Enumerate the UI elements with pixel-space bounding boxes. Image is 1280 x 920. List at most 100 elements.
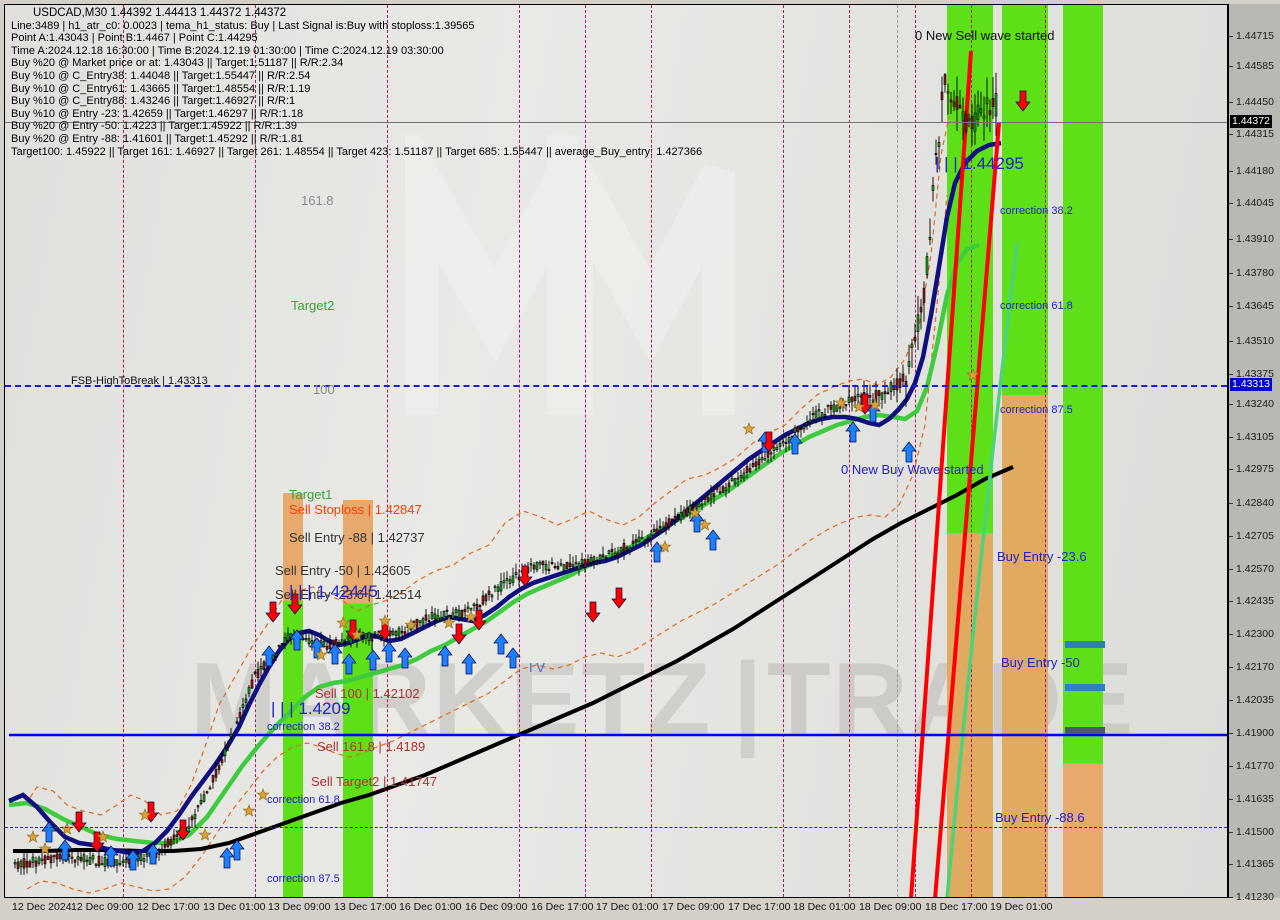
level-marker-middle: [1065, 684, 1105, 691]
watermark-left-text: MARKETZ: [190, 642, 713, 758]
price-tick-label: 1.44180: [1236, 165, 1274, 177]
watermark-separator: |: [733, 642, 765, 758]
sell-signal-arrow-10: [517, 565, 533, 587]
price-tick-label: 1.44585: [1236, 60, 1274, 72]
buy-signal-arrow-7: [261, 645, 277, 667]
time-tick-label: 12 Dec 2024: [12, 901, 72, 913]
annotation-correction-87-5-r: correction 87.5: [1000, 404, 1073, 416]
annotation-price-1-4209: | | | 1.4209: [271, 699, 351, 718]
signal-star-12: [404, 618, 418, 631]
header-line-2: Time A:2024.12.18 16:30:00 | Time B:2024…: [11, 44, 444, 57]
signal-star-16: [688, 506, 702, 519]
annotation-price-1-44295: | | | 1.44295: [935, 154, 1024, 173]
time-gridline: [971, 5, 972, 897]
time-tick-label: 16 Dec 01:00: [399, 901, 462, 913]
signal-star-20: [852, 400, 866, 413]
annotation-new-sell-wave: 0 New Sell wave started: [915, 28, 1055, 43]
header-line-10: Target100: 1.45922 || Target 161: 1.4692…: [11, 145, 703, 158]
time-tick-label: 16 Dec 17:00: [531, 901, 594, 913]
buy-signal-arrow-9: [309, 637, 325, 659]
buy-signal-arrow-13: [381, 641, 397, 663]
price-tick-label: 1.44045: [1236, 197, 1274, 209]
header-line-7: Buy %10 @ Entry -23: 1.42659 || Target:1…: [11, 107, 304, 120]
annotation-sell-stoploss: Sell Stoploss | 1.42847: [289, 502, 422, 517]
symbol-ohlc-title: USDCAD,M30 1.44392 1.44413 1.44372 1.443…: [33, 7, 287, 19]
sell-signal-arrow-9: [471, 609, 487, 631]
annotation-sell-target2: Sell Target2 | 1.41747: [311, 774, 438, 789]
ma-navy-line: [8, 140, 1002, 856]
buy-signal-arrow-10: [327, 643, 343, 665]
ma-black-line: [13, 465, 1014, 853]
signal-star-21: [868, 398, 882, 411]
brand-logo-watermark: [392, 88, 748, 435]
level-marker-upper: [1065, 641, 1105, 648]
ma-green-line: [8, 242, 980, 846]
price-tick-label: 1.43780: [1236, 267, 1274, 279]
level-marker-lower: [1065, 727, 1105, 734]
header-line-5: Buy %10 @ C_Entry61: 1.43665 || Target:1…: [11, 82, 311, 95]
buy-signal-arrow-26: [901, 441, 917, 463]
chart-plot-area[interactable]: MARKETZ | TRADE: [4, 4, 1228, 898]
buy-signal-arrow-5: [219, 847, 235, 869]
sell-signal-arrow-13: [761, 431, 777, 453]
annotation-correction-38-2-r: correction 38.2: [1000, 205, 1073, 217]
annotation-buy-entry-88-6: Buy Entry -88.6: [995, 810, 1085, 825]
sell-signal-arrow-14: [857, 393, 873, 415]
annotation-target2-label: Target2: [291, 298, 335, 313]
signal-star-0: [26, 830, 40, 843]
time-tick-label: 18 Dec 17:00: [925, 901, 988, 913]
signal-star-8: [314, 648, 328, 661]
price-tick-label: 1.43105: [1236, 431, 1274, 443]
header-line-6: Buy %10 @ C_Entry88: 1.43246 || Target:1…: [11, 95, 296, 108]
annotation-sell-entry-50: Sell Entry -50 | 1.42605: [275, 563, 411, 578]
signal-star-1: [38, 842, 52, 855]
annotation-fsb-high-to-break: FSB-HighToBreak | 1.43313: [71, 375, 208, 387]
buy-signal-arrow-1: [57, 839, 73, 861]
signal-star-11: [378, 614, 392, 627]
signal-star-5: [198, 828, 212, 841]
annotation-buy-entry-23-6: Buy Entry -23.6: [997, 549, 1087, 564]
price-tick-label: 1.41365: [1236, 858, 1274, 870]
buy-signal-arrow-0: [41, 821, 57, 843]
signal-star-19: [834, 396, 848, 409]
buy-signal-arrow-2: [103, 845, 119, 867]
price-tick-label: 1.41635: [1236, 793, 1274, 805]
time-gridline: [1045, 5, 1046, 897]
signal-star-13: [442, 616, 456, 629]
time-tick-label: 17 Dec 09:00: [662, 901, 725, 913]
session-band-green: [283, 597, 303, 897]
sell-signal-arrow-0: [71, 811, 87, 833]
price-tick-label: 1.41770: [1236, 760, 1274, 772]
buy-signal-arrow-18: [505, 647, 521, 669]
sell-signal-arrow-3: [175, 819, 191, 841]
signal-star-4: [138, 808, 152, 821]
lower-dashed-level-line: [5, 827, 1227, 828]
annotation-correction-61-8-l: correction 61.8: [267, 794, 340, 806]
sell-signal-arrow-11: [585, 601, 601, 623]
price-tick-label: 1.41900: [1236, 727, 1274, 739]
buy-signal-arrow-19: [649, 541, 665, 563]
session-band-orange: [947, 533, 993, 897]
annotation-sell-161-8: Sell 161.8 | 1.4189: [317, 739, 426, 754]
annotation-roman-iv: I V: [529, 660, 545, 675]
header-line-1: Point A:1.43043 | Point B:1.4467 | Point…: [11, 32, 258, 45]
trading-chart-window: MARKETZ | TRADE: [0, 0, 1280, 920]
buy-signal-arrow-22: [757, 431, 773, 453]
time-tick-label: 13 Dec 17:00: [334, 901, 397, 913]
buy-signal-arrow-6: [229, 839, 245, 861]
time-tick-label: 16 Dec 09:00: [465, 901, 528, 913]
annotation-correction-87-5-l: correction 87.5: [267, 873, 340, 885]
time-tick-label: 12 Dec 09:00: [71, 901, 134, 913]
chart-info-header: USDCAD,M30 1.44392 1.44413 1.44372 1.443…: [11, 7, 702, 158]
price-scale[interactable]: 1.44715 1.44585 1.44450 1.44315 1.44180 1.440…: [1228, 4, 1280, 903]
current-price-tag: 1.44372: [1230, 115, 1272, 128]
sell-signal-arrow-7: [377, 619, 393, 641]
signal-star-15: [658, 540, 672, 553]
header-line-8: Buy %20 @ Entry -50: 1.4223 || Target:1.…: [11, 120, 297, 133]
envelope-upper-line: [24, 116, 950, 816]
buy-signal-arrow-3: [125, 849, 141, 871]
annotation-correction-61-8-r: correction 61.8: [1000, 300, 1073, 312]
time-scale[interactable]: 12 Dec 2024 12 Dec 09:00 12 Dec 17:00 13 De…: [4, 898, 1228, 920]
header-line-0: Line:3489 | h1_atr_c0: 0.0023 | tema_h1_…: [11, 19, 475, 32]
signal-star-17: [698, 518, 712, 531]
